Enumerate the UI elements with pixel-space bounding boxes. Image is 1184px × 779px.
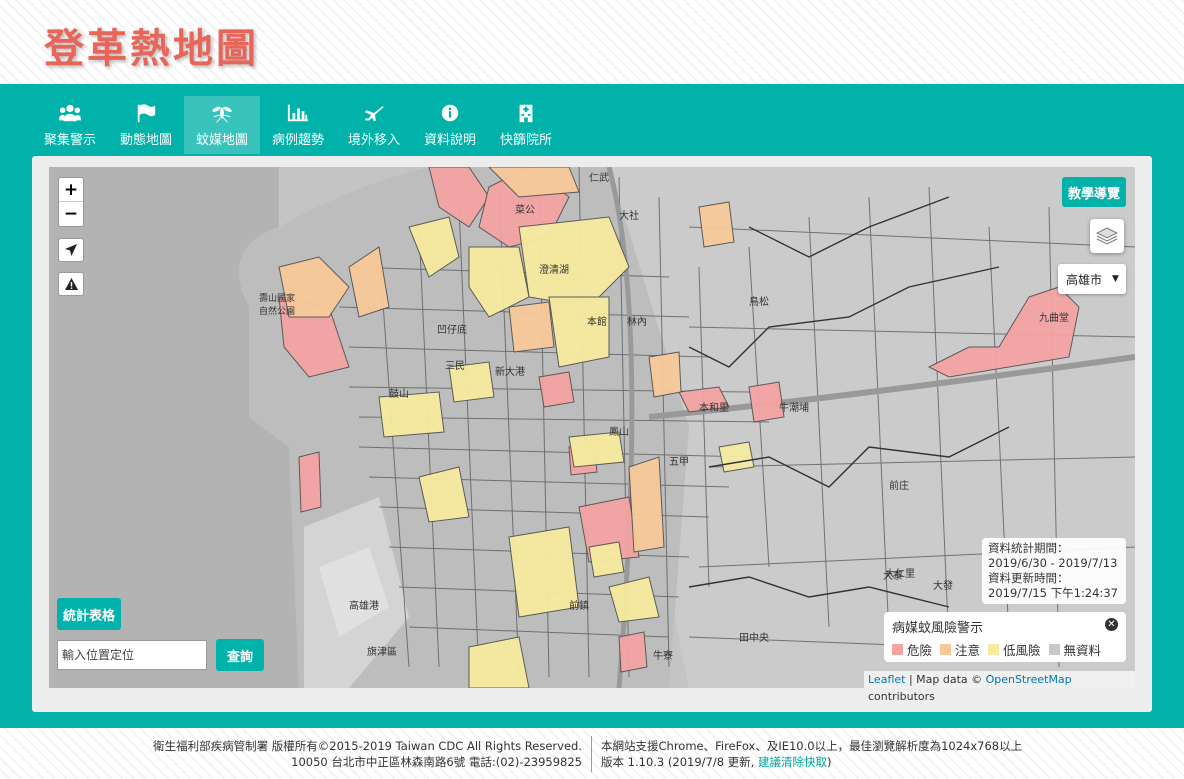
stats-table-button[interactable]: 統計表格 [57,598,121,630]
nav-label: 境外移入 [347,132,400,148]
period-value: 2019/6/30 - 2019/7/13 [988,556,1118,570]
footer-line: 版本 1.10.3 (2019/7/8 更新, 建議清除快取) [601,754,1081,770]
risk-legend: 病媒蚊風險警示 ✕ 危險 注意 低風險 無資料 [884,612,1126,662]
footer-line: 衛生福利部疾病管制署 版權所有©2015-2019 Taiwan CDC All… [153,739,582,753]
version-suffix: ) [827,755,832,769]
place-label: 旗津區 [367,647,397,658]
nav-label: 快篩院所 [499,132,552,148]
update-label: 資料更新時間： [988,571,1069,585]
legend-label: 危險 [907,643,933,658]
place-label: 仁武 [589,173,609,184]
nav-label: 動態地圖 [119,132,172,148]
place-label: 牛寮 [653,651,673,662]
search-button[interactable]: 查詢 [216,639,264,671]
map-canvas[interactable]: 菜公 仁武 大社 澄清湖 本館 林內 凹仔底 壽山國家自然公園 三民 鼓山 新大… [49,167,1135,688]
nav-label: 病例趨勢 [271,132,324,148]
place-label: 本館 [587,317,607,328]
legend-label: 無資料 [1063,643,1102,658]
plane-icon [364,105,384,121]
location-arrow-icon [65,244,77,256]
city-select[interactable]: 高雄市 ▼ [1058,264,1126,294]
period-label: 資料統計期間： [988,541,1069,555]
place-label: 五甲 [669,457,689,468]
city-select-value: 高雄市 [1066,272,1103,287]
attribution-suffix: contributors [868,690,935,703]
place-label: 鳥松 [749,297,769,308]
place-label: 鼓山 [389,389,409,400]
caret-down-icon: ▼ [1112,274,1119,284]
place-label: 林內 [627,317,647,328]
nav-item-dynamic-map[interactable]: 動態地圖 [108,96,184,154]
legend-swatch-nodata [1048,644,1060,655]
legend-label: 低風險 [1003,643,1041,658]
clear-cache-link[interactable]: 建議清除快取 [758,755,827,769]
close-icon[interactable]: ✕ [1105,618,1118,631]
nav-item-imported[interactable]: 境外移入 [336,96,412,154]
map-attribution: Leaflet | Map data © OpenStreetMap contr… [864,671,1135,703]
zoom-out-button[interactable]: − [59,202,83,226]
alert-button[interactable] [58,272,84,296]
top-header: 登革熱地圖 [0,0,1184,84]
nav-label: 聚集警示 [43,132,96,148]
legend-row: 危險 注意 低風險 無資料 [892,640,1118,659]
nav-item-data-info[interactable]: 資料說明 [412,96,488,154]
place-label: 鳳山 [609,427,629,438]
nav-item-mosquito-map[interactable]: 蚊媒地圖 [184,96,260,154]
nav-item-case-trend[interactable]: 病例趨勢 [260,96,336,154]
legend-title: 病媒蚊風險警示 [892,621,984,636]
place-label: 三民 [445,361,465,372]
place-label: 菜公 [515,205,535,216]
attribution-text: | Map data © [905,673,986,686]
place-label: 大發 [933,581,953,592]
zoom-in-button[interactable]: + [59,178,83,202]
legend-swatch-danger [892,644,903,655]
tutorial-button[interactable]: 教學導覽 [1062,177,1126,207]
footer-copyright: 衛生福利部疾病管制署 版權所有©2015-2019 Taiwan CDC All… [150,738,582,770]
leaflet-link[interactable]: Leaflet [868,673,905,686]
footer-support: 本網站支援Chrome、FireFox、及IE10.0以上，最佳瀏覽解析度為10… [601,738,1081,770]
site-title[interactable]: 登革熱地圖 [44,16,259,74]
warning-icon [64,278,78,290]
place-label: 壽山國家自然公園 [259,294,296,317]
version-text: 版本 1.10.3 (2019/7/8 更新, [601,755,758,769]
nav-item-cluster-alert[interactable]: 聚集警示 [32,96,108,154]
legend-swatch-caution [940,644,952,655]
place-label: 大社 [619,211,639,222]
zoom-control: + − [58,177,84,227]
nav-label: 資料說明 [423,132,476,148]
place-label: 大寮 [883,571,903,582]
footer-divider [591,736,592,772]
place-label: 新大港 [495,367,525,378]
place-label: 高雄港 [349,601,379,612]
main-nav: 聚集警示 動態地圖 蚊媒地圖 病例趨勢 境外移入 資料說明 快篩院所 [32,96,564,154]
place-label: 本和里 [699,403,729,414]
place-label-layer: 菜公 仁武 大社 澄清湖 本館 林內 凹仔底 壽山國家自然公園 三民 鼓山 新大… [49,167,1135,688]
mosquito-icon [212,106,232,122]
layers-button[interactable] [1090,219,1124,253]
location-search-input[interactable] [57,640,207,670]
footer-line: 本網站支援Chrome、FireFox、及IE10.0以上，最佳瀏覽解析度為10… [601,739,1023,753]
place-label: 牛潮埔 [779,403,809,414]
bar-chart-icon [287,104,309,121]
place-label: 田中央 [739,633,769,644]
legend-swatch-low [988,644,1000,655]
info-icon [441,104,459,121]
osm-link[interactable]: OpenStreetMap [986,673,1072,686]
place-label: 前庄 [889,481,909,492]
nav-label: 蚊媒地圖 [195,132,248,148]
update-value: 2019/7/15 下午1:24:37 [988,586,1118,600]
legend-label: 注意 [955,643,981,658]
locate-button[interactable] [58,238,84,262]
place-label: 凹仔底 [437,325,467,336]
users-icon [59,104,81,121]
flag-icon [137,103,156,122]
place-label: 澄清湖 [539,265,569,276]
footer-line: 10050 台北市中正區林森南路6號 電話:(02)-23959825 [291,755,582,769]
layers-icon [1096,227,1118,245]
place-label: 九曲堂 [1039,313,1069,324]
nav-item-screening-clinics[interactable]: 快篩院所 [488,96,564,154]
date-info-box: 資料統計期間： 2019/6/30 - 2019/7/13 資料更新時間： 20… [982,538,1126,604]
place-label: 前鎮 [569,601,589,612]
hospital-icon [519,104,533,122]
